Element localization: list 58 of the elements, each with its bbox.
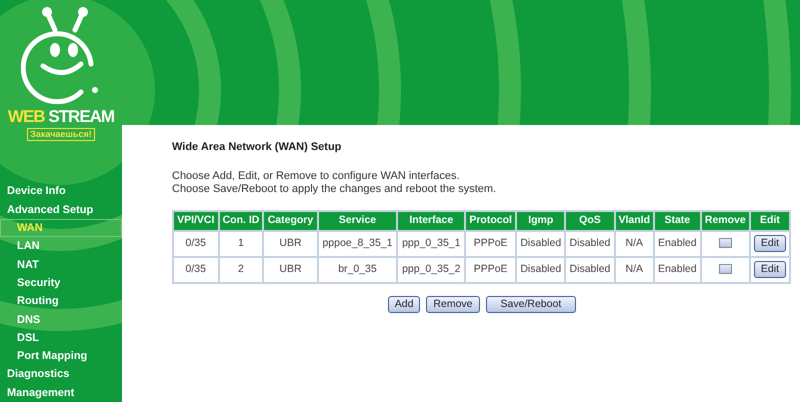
- remove-checkbox[interactable]: [718, 264, 732, 274]
- remove-checkbox[interactable]: [718, 238, 732, 248]
- table-cell: 2: [220, 258, 262, 282]
- edit-button[interactable]: Edit: [754, 261, 786, 278]
- column-header: Service: [318, 212, 396, 230]
- column-header: QoS: [566, 212, 614, 230]
- sidebar-item[interactable]: Device Info: [0, 182, 122, 201]
- description-text: Choose Save/Reboot to apply the changes and reboot the system.: [172, 182, 498, 196]
- sidebar-item[interactable]: WAN: [0, 219, 122, 238]
- column-header: Category: [264, 212, 316, 230]
- smiley-logo-icon: [21, 4, 101, 104]
- table-cell: N/A: [616, 258, 653, 282]
- column-header: Con. ID: [220, 212, 262, 230]
- remove-button[interactable]: Remove: [426, 296, 480, 312]
- table-cell: ppp_0_35_1: [398, 232, 464, 256]
- table-cell: Disabled: [566, 258, 614, 282]
- table-cell: Enabled: [654, 258, 700, 282]
- table-cell: Disabled: [517, 258, 564, 282]
- table-cell: Disabled: [517, 232, 564, 256]
- column-header: VPI/VCI: [174, 212, 218, 230]
- column-header: State: [654, 212, 700, 230]
- table-cell: PPPoE: [466, 258, 516, 282]
- slogan: Закачаешься!: [27, 128, 95, 141]
- add-button[interactable]: Add: [388, 296, 420, 312]
- sidebar-item[interactable]: Advanced Setup: [0, 200, 122, 220]
- brand-name: WEB: [8, 107, 45, 126]
- sidebar-item[interactable]: Routing: [0, 292, 122, 311]
- table-cell: ppp_0_35_2: [398, 258, 464, 282]
- column-header: Protocol: [466, 212, 516, 230]
- sidebar-item[interactable]: DNS: [0, 310, 122, 329]
- table-cell: UBR: [264, 258, 316, 282]
- sidebar-item[interactable]: Management: [0, 384, 122, 402]
- sidebar-item[interactable]: NAT: [0, 256, 122, 274]
- sidebar-item[interactable]: Diagnostics: [0, 365, 122, 384]
- column-header: Igmp: [517, 212, 564, 230]
- table-cell: 0/35: [174, 232, 218, 256]
- column-header: Remove: [702, 212, 749, 230]
- description-text: Choose Add, Edit, or Remove to configure WAN interfaces.: [172, 170, 461, 182]
- page-title: Wide Area Network (WAN) Setup: [172, 140, 342, 155]
- table-cell: Enabled: [654, 232, 700, 256]
- save-reboot-button[interactable]: Save/Reboot: [486, 296, 576, 312]
- sidebar-item[interactable]: DSL: [0, 328, 122, 348]
- table-cell: br_0_35: [318, 258, 396, 282]
- table-cell: pppoe_8_35_1: [318, 232, 396, 256]
- column-header: Edit: [750, 212, 789, 230]
- table-cell: 1: [220, 232, 262, 256]
- sidebar-item[interactable]: LAN: [0, 237, 122, 256]
- column-header: Interface: [398, 212, 464, 230]
- table-cell: N/A: [616, 232, 653, 256]
- table-cell: PPPoE: [466, 232, 516, 256]
- sidebar-item[interactable]: Port Mapping: [0, 347, 122, 366]
- edit-button[interactable]: Edit: [754, 235, 786, 252]
- table-cell: 0/35: [174, 258, 218, 282]
- table-cell: Disabled: [566, 232, 614, 256]
- sidebar-item[interactable]: Security: [0, 274, 122, 292]
- table-cell: UBR: [264, 232, 316, 256]
- brand-name: STREAM: [48, 107, 114, 126]
- column-header: VlanId: [616, 212, 653, 230]
